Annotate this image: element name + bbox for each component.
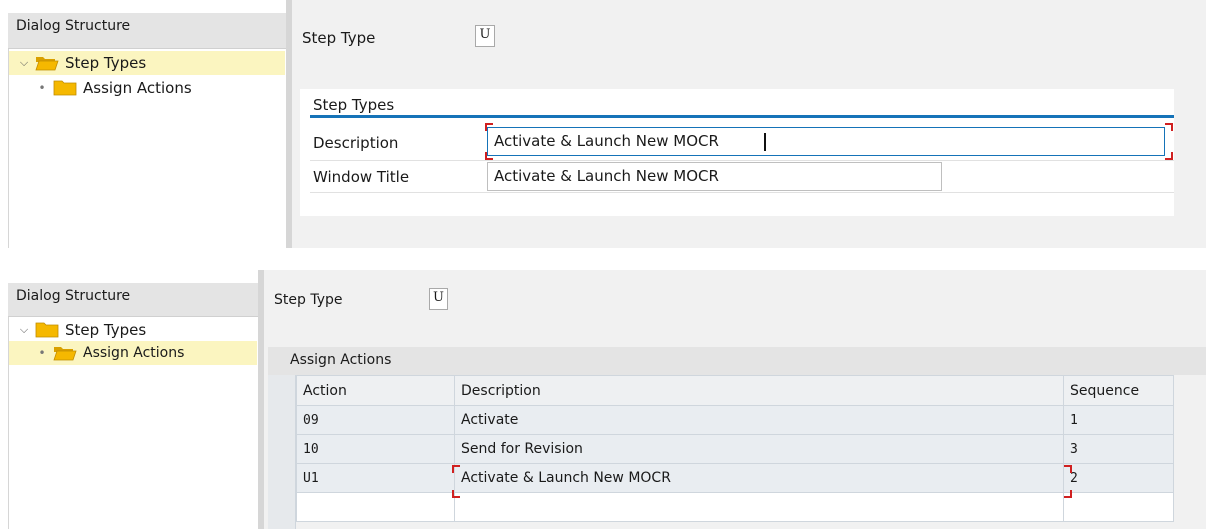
description-cell[interactable]: Send for Revision (454, 434, 1064, 464)
dialog-structure-header: Dialog Structure (8, 13, 286, 49)
focus-corner (1165, 152, 1173, 160)
step-type-label: Step Type (302, 29, 376, 47)
detail-area: Step Type U Step Types Description Activ… (292, 0, 1206, 248)
step-types-group: Step Types Description Activate & Launch… (300, 89, 1174, 216)
step-type-field[interactable]: U (475, 25, 495, 47)
focus-corner (1064, 490, 1072, 498)
step-type-field[interactable]: U (429, 288, 448, 310)
tree-item-label: Step Types (65, 321, 147, 339)
focus-corner (485, 152, 493, 160)
description-input[interactable]: Activate & Launch New MOCR (487, 127, 1165, 156)
column-header-description[interactable]: Description (454, 375, 1064, 406)
table-row[interactable]: 10 Send for Revision 3 (296, 434, 1174, 464)
dialog-structure-tree: ⌵ Step Types • Assign Actions (8, 317, 258, 529)
group-title: Step Types (313, 96, 395, 114)
tree-item-step-types[interactable]: ⌵ Step Types (9, 51, 285, 75)
bottom-panel: Dialog Structure ⌵ Step Types • Assign A… (0, 270, 1206, 529)
action-cell[interactable]: 10 (296, 434, 455, 464)
window-title-input[interactable]: Activate & Launch New MOCR (487, 162, 942, 191)
focus-corner (485, 123, 493, 131)
tree-item-label: Step Types (65, 54, 147, 72)
sequence-cell[interactable]: 1 (1063, 405, 1174, 435)
action-cell[interactable]: U1 (296, 463, 455, 493)
tree-item-assign-actions[interactable]: • Assign Actions (9, 76, 285, 100)
tree-item-step-types[interactable]: ⌵ Step Types (9, 318, 257, 342)
dialog-structure-tree: ⌵ Step Types • Assign Actions (8, 49, 286, 248)
empty-cell[interactable] (454, 492, 1064, 522)
empty-cell[interactable] (296, 492, 455, 522)
row-selector-column[interactable] (268, 375, 296, 529)
dialog-structure-header: Dialog Structure (8, 283, 258, 317)
description-label: Description (313, 134, 399, 152)
column-header-action[interactable]: Action (296, 375, 455, 406)
dialog-structure-title: Dialog Structure (16, 18, 131, 34)
table-row-empty[interactable] (296, 492, 1174, 522)
table-title-bar: Assign Actions (268, 347, 1206, 375)
text-cursor (764, 133, 766, 151)
assign-actions-table: Action Description Sequence 09 Activate … (296, 375, 1174, 522)
folder-icon (53, 80, 77, 96)
tree-item-assign-actions[interactable]: • Assign Actions (9, 341, 257, 365)
action-cell[interactable]: 09 (296, 405, 455, 435)
top-panel: Dialog Structure ⌵ Step Types • Assign A… (0, 0, 1206, 248)
group-title-underline (310, 115, 1174, 118)
tree-item-label: Assign Actions (83, 345, 185, 361)
detail-area: Step Type U Assign Actions Action Descri… (264, 270, 1206, 529)
table-title: Assign Actions (290, 352, 392, 368)
folder-icon (35, 322, 59, 338)
table-row[interactable]: 09 Activate 1 (296, 405, 1174, 435)
open-folder-icon (35, 55, 59, 71)
bullet-icon: • (38, 346, 46, 360)
description-cell[interactable]: Activate (454, 405, 1064, 435)
tree-item-label: Assign Actions (83, 79, 192, 97)
empty-cell[interactable] (1063, 492, 1174, 522)
sequence-cell[interactable]: 2 (1063, 463, 1174, 493)
sequence-cell[interactable]: 3 (1063, 434, 1174, 464)
focus-corner (452, 490, 460, 498)
dialog-structure-title: Dialog Structure (16, 288, 131, 304)
focus-corner (1165, 123, 1173, 131)
table-header-row: Action Description Sequence (296, 375, 1174, 406)
column-header-sequence[interactable]: Sequence (1063, 375, 1174, 406)
focus-corner (1064, 465, 1072, 473)
focus-corner (452, 465, 460, 473)
chevron-down-icon[interactable]: ⌵ (17, 56, 31, 70)
bullet-icon: • (38, 81, 46, 95)
window-title-label: Window Title (313, 168, 410, 186)
description-cell[interactable]: Activate & Launch New MOCR (454, 463, 1064, 493)
open-folder-icon (53, 345, 77, 361)
step-type-label: Step Type (274, 292, 343, 308)
chevron-down-icon[interactable]: ⌵ (17, 323, 31, 337)
table-row[interactable]: U1 Activate & Launch New MOCR 2 (296, 463, 1174, 493)
